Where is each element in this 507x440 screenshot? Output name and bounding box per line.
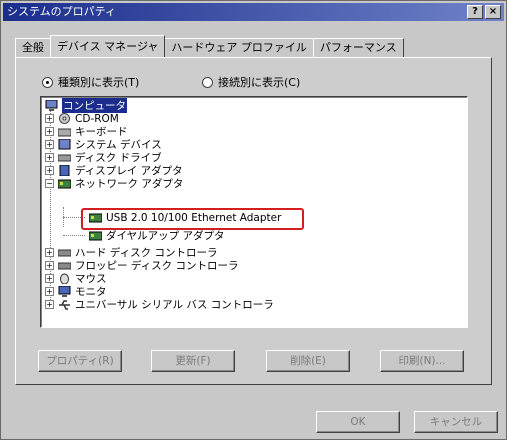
window-title: システムのプロパティ [7,5,117,18]
tree-item-label: CD-ROM [75,112,119,125]
tree-root-computer[interactable]: コンピュータ [45,98,127,113]
expand-plus-icon[interactable]: + [45,140,54,149]
tree-item-label: ネットワーク アダプタ [75,178,184,190]
tab-general[interactable]: 全般 [15,38,51,57]
dialup-adapter-icon [88,230,103,241]
remove-button[interactable]: 削除(E) [266,350,350,372]
expand-plus-icon[interactable]: + [45,287,54,296]
floppy-controller-icon [57,260,72,271]
print-button[interactable]: 印刷(N)... [380,350,464,372]
computer-icon [45,99,58,111]
ok-button[interactable]: OK [316,411,400,433]
expand-plus-icon[interactable]: + [45,300,54,309]
tree-item-usb-controllers[interactable]: + ユニバーサル シリアル バス コントローラ [45,298,274,311]
tree-item-label: ダイヤルアップ アダプタ [106,230,225,242]
device-tree[interactable]: コンピュータ + CD-ROM + キーボード + システム デバイス + ディ… [40,96,468,328]
expand-plus-icon[interactable]: + [45,261,54,270]
view-by-connection-radio[interactable]: 接続別に表示(C) [202,74,300,90]
refresh-button[interactable]: 更新(F) [151,350,235,372]
disk-drive-icon [57,152,72,163]
close-button[interactable]: × [485,5,501,19]
cdrom-icon [58,113,71,124]
cancel-button[interactable]: キャンセル [414,411,498,433]
network-adapter-icon [57,178,72,189]
display-adapter-icon [58,164,71,177]
tab-device-manager[interactable]: デバイス マネージャ [50,35,166,57]
view-by-connection-label: 接続別に表示(C) [218,76,301,89]
radio-unselected-icon [202,76,213,88]
radio-selected-icon [42,76,53,88]
expand-plus-icon[interactable]: + [45,166,54,175]
mouse-icon [58,273,71,285]
help-button[interactable]: ? [467,5,483,19]
expand-plus-icon[interactable]: + [45,248,54,257]
tab-hardware-profiles[interactable]: ハードウェア プロファイル [164,38,314,57]
system-device-icon [58,138,71,150]
collapse-minus-icon[interactable]: − [45,179,54,188]
system-properties-window: システムのプロパティ ? × 全般 デバイス マネージャ ハードウェア プロファ… [0,0,507,440]
expand-plus-icon[interactable]: + [45,114,54,123]
tree-item-label: ユニバーサル シリアル バス コントローラ [75,299,274,311]
expand-plus-icon[interactable]: + [45,274,54,283]
tree-item-dialup-adapter[interactable]: ダイヤルアップ アダプタ [88,229,225,242]
highlight-annotation-box [81,208,304,230]
expand-plus-icon[interactable]: + [45,127,54,136]
keyboard-icon [57,126,72,137]
expand-plus-icon[interactable]: + [45,153,54,162]
title-bar: システムのプロパティ ? × [3,3,504,21]
view-by-type-label: 種類別に表示(T) [58,76,140,89]
usb-controller-icon [58,299,71,310]
properties-button[interactable]: プロパティ(R) [38,350,122,372]
view-mode-options: 種類別に表示(T) 接続別に表示(C) [42,74,462,90]
tab-strip: 全般 デバイス マネージャ ハードウェア プロファイル パフォーマンス [15,35,404,57]
hdd-controller-icon [57,247,72,258]
device-manager-panel: 種類別に表示(T) 接続別に表示(C) コンピュータ + CD-ROM + キー… [15,57,492,385]
tab-performance[interactable]: パフォーマンス [312,38,404,57]
tree-root-label: コンピュータ [62,98,127,113]
title-bar-buttons: ? × [467,5,501,19]
tree-item-network-adapters[interactable]: − ネットワーク アダプタ [45,177,183,190]
view-by-type-radio[interactable]: 種類別に表示(T) [42,74,139,90]
monitor-icon [58,285,71,297]
